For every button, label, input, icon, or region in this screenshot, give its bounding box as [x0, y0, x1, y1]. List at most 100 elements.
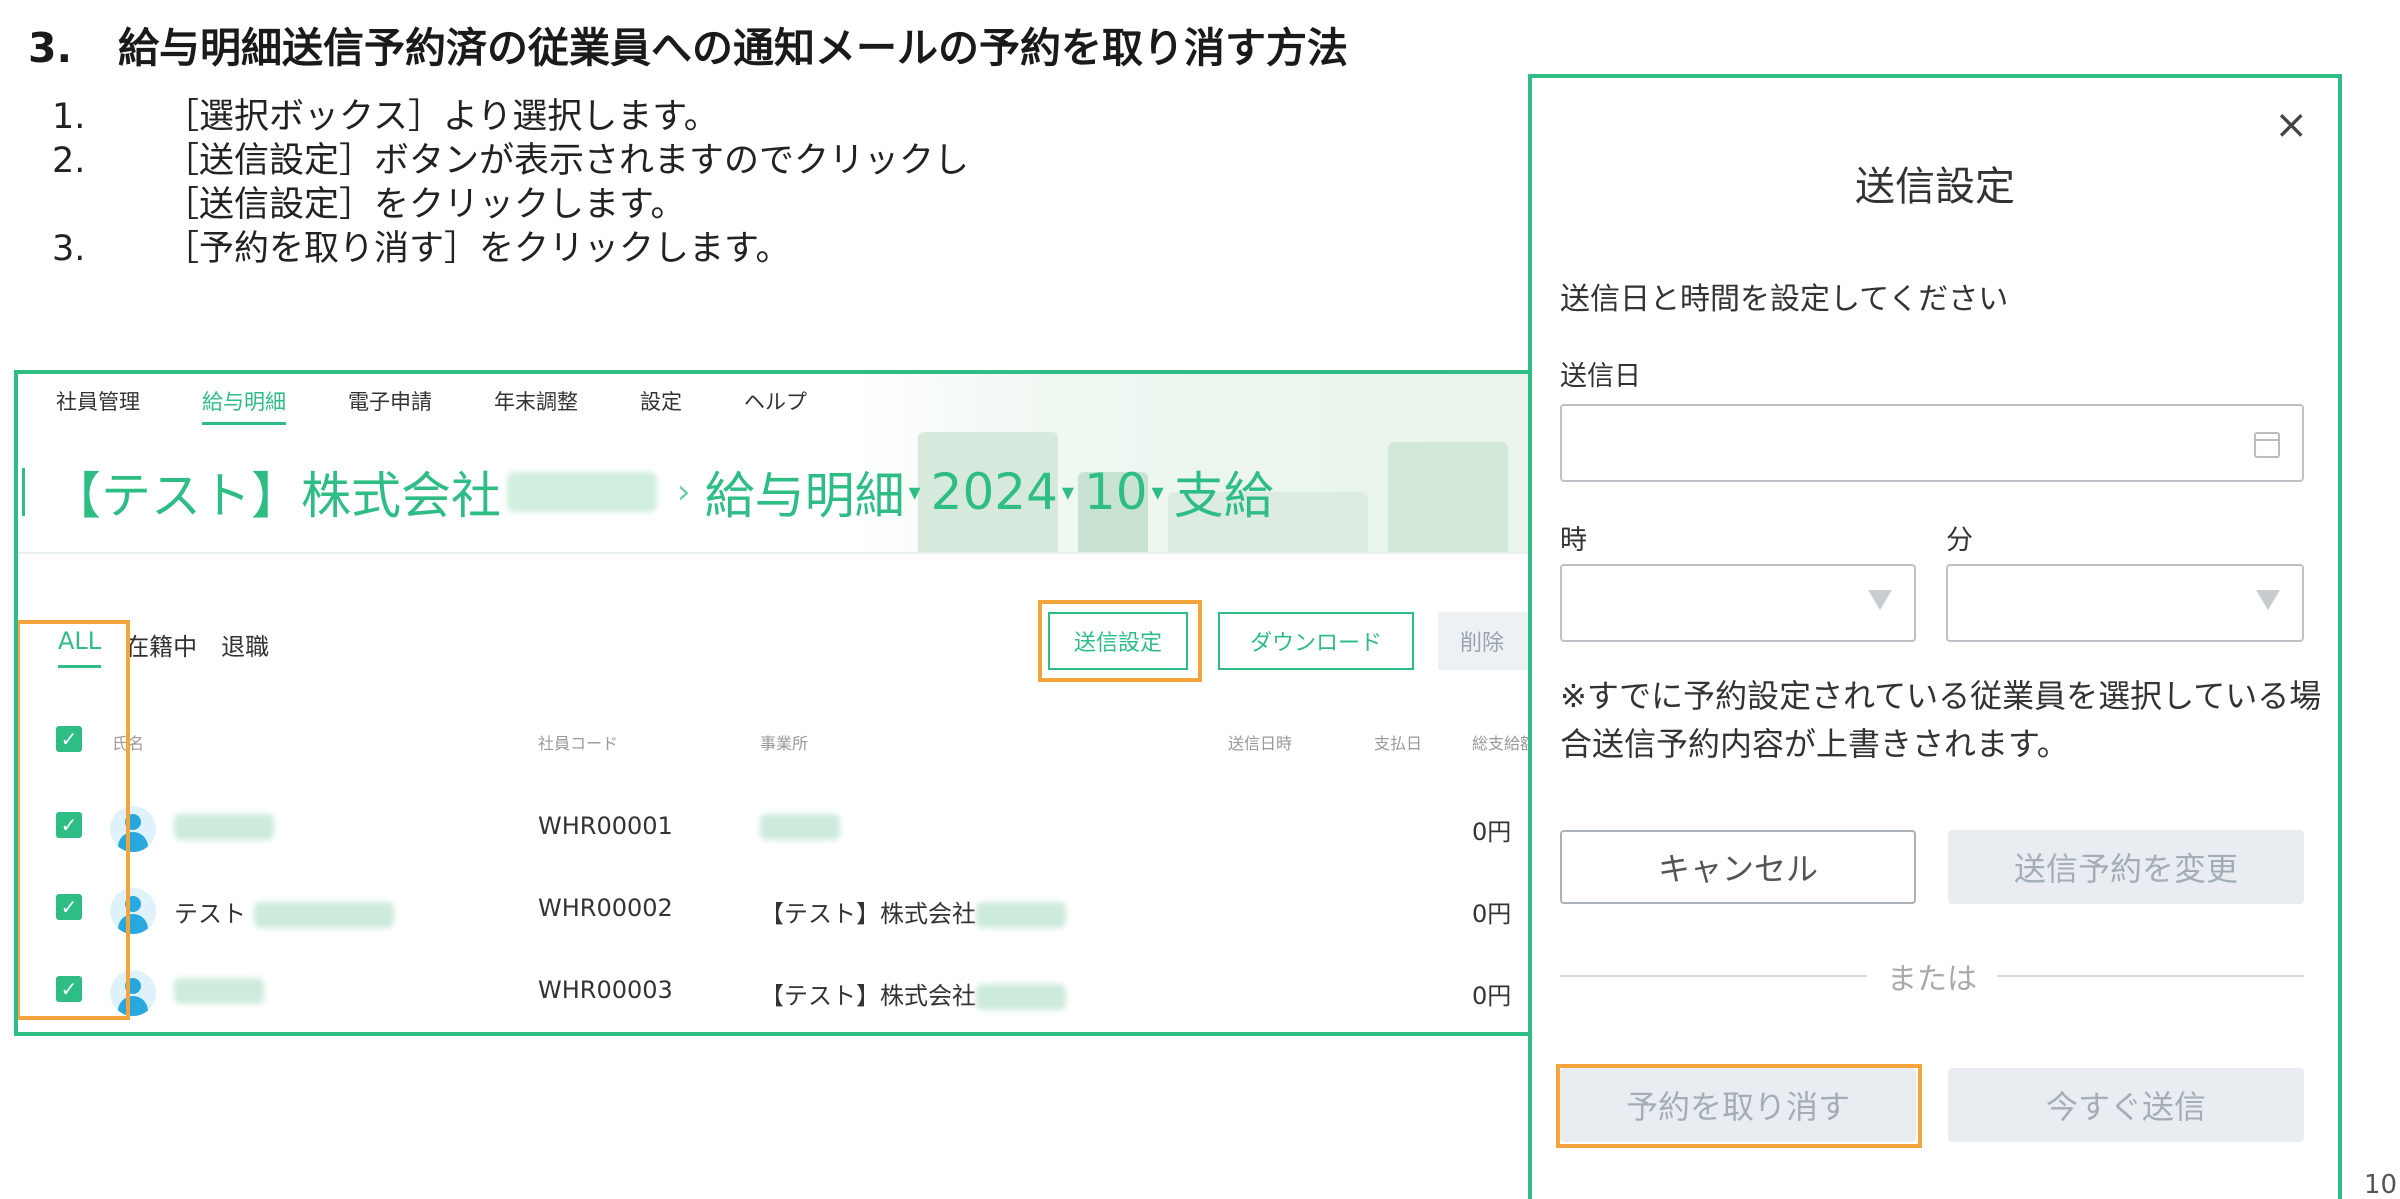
chevron-down-icon[interactable]: ▾	[909, 478, 921, 506]
employee-name	[174, 976, 264, 1004]
breadcrumb-bar	[22, 468, 25, 516]
menu-item-e-application[interactable]: 電子申請	[348, 386, 432, 425]
column-total-pay: 総支給額	[1472, 734, 1534, 753]
table-header: ✓ 氏名 社員コード 事業所 送信日時 支払日 総支給額	[18, 726, 1534, 766]
download-button[interactable]: ダウンロード	[1218, 612, 1414, 670]
step-number: 1.	[52, 97, 86, 137]
tab-retired[interactable]: 退職	[221, 627, 269, 668]
heading-text: 給与明細送信予約済の従業員への通知メールの予約を取り消す方法	[118, 24, 1348, 72]
breadcrumb-separator: ›	[677, 472, 691, 512]
avatar	[110, 888, 156, 934]
send-settings-dialog: × 送信設定 送信日と時間を設定してください 送信日 時 分 ※すでに予約設定さ…	[1528, 74, 2342, 1199]
avatar	[110, 970, 156, 1016]
divider-line	[1560, 975, 1867, 977]
employee-code: WHR00001	[538, 812, 673, 840]
column-name: 氏名	[112, 734, 145, 753]
divider-line	[1997, 975, 2304, 977]
redacted-name	[254, 902, 394, 928]
column-employee-code: 社員コード	[538, 734, 619, 753]
minute-select[interactable]	[1946, 564, 2304, 642]
chevron-down-icon	[1868, 590, 1892, 610]
top-menu: 社員管理 給与明細 電子申請 年末調整 設定 ヘルプ	[56, 386, 869, 425]
redacted-name	[174, 978, 264, 1004]
status-filter-tabs: ALL 在籍中 退職	[58, 627, 293, 668]
breadcrumb-section[interactable]: 給与明細	[705, 456, 905, 528]
employee-code: WHR00002	[538, 894, 673, 922]
step-text: ［送信設定］をクリックします。	[164, 185, 686, 225]
office: 【テスト】株式会社	[760, 894, 1066, 929]
row-checkbox[interactable]: ✓	[56, 812, 82, 838]
or-text: または	[1887, 962, 1977, 997]
redacted-company-name	[507, 472, 657, 512]
office: 【テスト】株式会社	[760, 976, 1066, 1011]
menu-item-settings[interactable]: 設定	[640, 386, 682, 425]
dialog-description: 送信日と時間を設定してください	[1560, 282, 2009, 317]
total-pay: 0円	[1472, 982, 1512, 1010]
column-sent-at: 送信日時	[1228, 734, 1293, 753]
employee-code: WHR00003	[538, 976, 673, 1004]
breadcrumb-year[interactable]: 2024	[931, 463, 1058, 521]
step-text: ［予約を取り消す］をクリックします。	[164, 229, 791, 269]
menu-item-year-end[interactable]: 年末調整	[494, 386, 578, 425]
table-row[interactable]: ✓ WHR00003 【テスト】株式会社 0円	[18, 970, 1534, 1032]
page-number: 10	[2364, 1170, 2398, 1199]
select-all-checkbox[interactable]: ✓	[56, 726, 82, 752]
delete-button[interactable]: 削除	[1438, 612, 1534, 670]
redacted-office	[976, 984, 1066, 1010]
step-1: 1. ［選択ボックス］より選択します。	[52, 95, 969, 139]
employee-name: テスト	[174, 894, 394, 929]
menu-item-payslip[interactable]: 給与明細	[202, 386, 286, 425]
tab-all[interactable]: ALL	[58, 627, 102, 668]
chevron-down-icon	[2256, 590, 2280, 610]
employee-name	[174, 812, 274, 840]
hour-label: 時	[1560, 525, 1587, 556]
or-divider: または	[1560, 954, 2304, 998]
cancel-button[interactable]: キャンセル	[1560, 830, 1916, 904]
office	[760, 812, 840, 840]
step-2: 2. ［送信設定］ボタンが表示されますのでクリックし ［送信設定］をクリックしま…	[52, 139, 969, 227]
calendar-icon[interactable]	[2254, 432, 2280, 458]
step-number: 2.	[52, 141, 86, 181]
cancel-reservation-button[interactable]: 予約を取り消す	[1560, 1068, 1916, 1142]
send-settings-button[interactable]: 送信設定	[1048, 612, 1188, 670]
breadcrumb: 【テスト】株式会社 › 給与明細 ▾ 2024 ▾ 10 ▾ 支給	[22, 456, 1274, 528]
avatar	[110, 806, 156, 852]
total-pay: 0円	[1472, 900, 1512, 928]
table-row[interactable]: ✓ テスト WHR00002 【テスト】株式会社 0円	[18, 888, 1534, 954]
chevron-down-icon[interactable]: ▾	[1152, 478, 1164, 506]
heading-number: 3.	[28, 24, 73, 72]
step-text: ［送信設定］ボタンが表示されますのでクリックし	[164, 141, 970, 181]
chevron-down-icon[interactable]: ▾	[1062, 478, 1074, 506]
close-icon[interactable]: ×	[2274, 102, 2308, 148]
payslip-list-screen: 社員管理 給与明細 電子申請 年末調整 設定 ヘルプ 【テスト】株式会社 › 給…	[14, 370, 1534, 1036]
redacted-office	[760, 814, 840, 840]
menu-item-help[interactable]: ヘルプ	[744, 386, 807, 425]
row-checkbox[interactable]: ✓	[56, 976, 82, 1002]
change-reservation-button[interactable]: 送信予約を変更	[1948, 830, 2304, 904]
page-heading: 3. 給与明細送信予約済の従業員への通知メールの予約を取り消す方法	[28, 14, 1348, 74]
redacted-name	[174, 814, 274, 840]
redacted-office	[976, 902, 1066, 928]
total-pay: 0円	[1472, 818, 1512, 846]
hour-select[interactable]	[1560, 564, 1916, 642]
minute-label: 分	[1946, 525, 1973, 556]
breadcrumb-month[interactable]: 10	[1084, 463, 1148, 521]
column-pay-date: 支払日	[1374, 734, 1423, 753]
breadcrumb-kind[interactable]: 支給	[1174, 456, 1274, 528]
overwrite-note: ※すでに予約設定されている従業員を選択している場合送信予約内容が上書きされます。	[1560, 677, 2322, 763]
send-date-label: 送信日	[1560, 361, 1641, 392]
step-3: 3. ［予約を取り消す］をクリックします。	[52, 227, 969, 271]
menu-item-employees[interactable]: 社員管理	[56, 386, 140, 425]
column-office: 事業所	[760, 734, 809, 753]
send-now-button[interactable]: 今すぐ送信	[1948, 1068, 2304, 1142]
banner-illustration	[1388, 442, 1508, 552]
step-number: 3.	[52, 229, 86, 269]
breadcrumb-company[interactable]: 【テスト】株式会社	[51, 456, 501, 528]
send-date-input[interactable]	[1560, 404, 2304, 482]
row-checkbox[interactable]: ✓	[56, 894, 82, 920]
table-row[interactable]: ✓ WHR00001 0円	[18, 806, 1534, 872]
dialog-title: 送信設定	[1855, 164, 2015, 210]
instruction-steps: 1. ［選択ボックス］より選択します。 2. ［送信設定］ボタンが表示されますの…	[52, 95, 969, 271]
step-text: ［選択ボックス］より選択します。	[164, 97, 719, 137]
tab-active[interactable]: 在籍中	[125, 627, 197, 668]
